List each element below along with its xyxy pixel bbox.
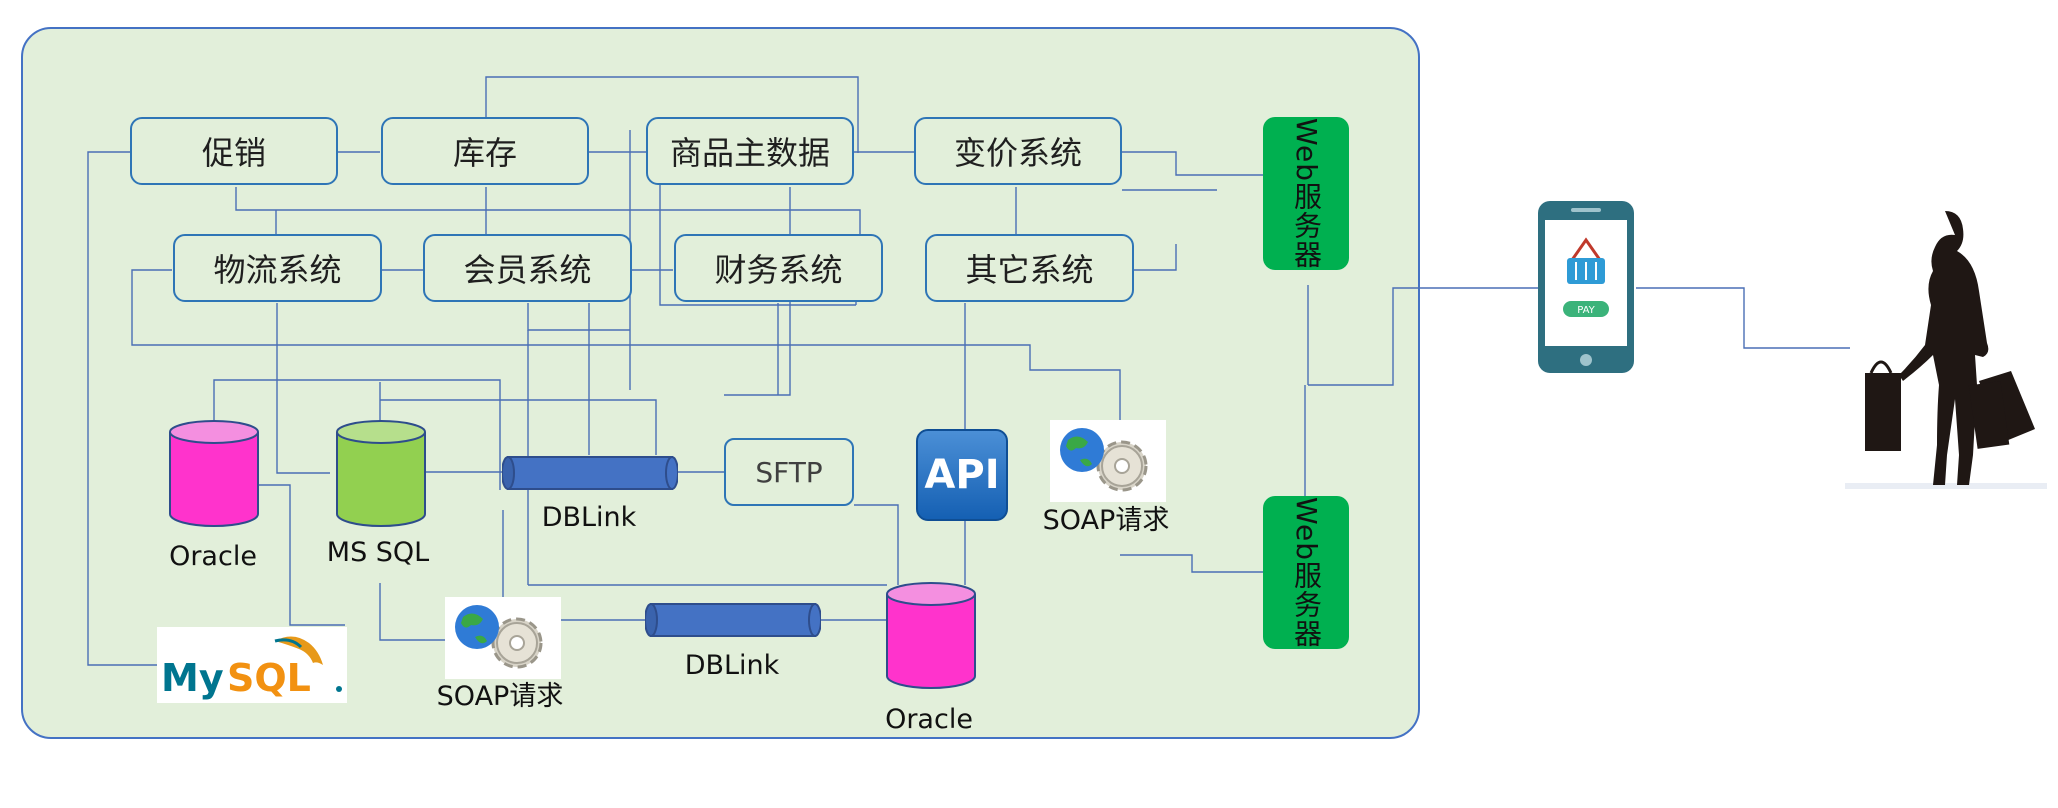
- system-label: 变价系统: [953, 134, 1082, 172]
- svg-text:My: My: [161, 656, 224, 700]
- system-label: 商品主数据: [669, 134, 830, 172]
- system-logistics[interactable]: 物流系统: [173, 234, 382, 302]
- svg-text:SQL: SQL: [227, 656, 311, 700]
- system-price-change[interactable]: 变价系统: [914, 117, 1122, 185]
- system-label: 会员系统: [463, 251, 592, 289]
- web-server-label: Web服务器: [1290, 117, 1323, 270]
- web-server-top[interactable]: Web服务器: [1263, 117, 1349, 270]
- soap-bottom-label: SOAP请求: [436, 681, 564, 712]
- oracle-left-db-icon: [169, 420, 259, 527]
- system-promotion[interactable]: 促销: [130, 117, 338, 185]
- mysql-logo-icon: My SQL: [157, 627, 347, 703]
- system-product-master[interactable]: 商品主数据: [646, 117, 854, 185]
- phone-icon: PAY: [1538, 201, 1634, 373]
- api-label: API: [924, 452, 1000, 498]
- sftp-box[interactable]: SFTP: [724, 438, 854, 506]
- system-label: 财务系统: [714, 251, 843, 289]
- oracle-bottom-label: Oracle: [885, 704, 973, 735]
- system-label: 促销: [201, 134, 266, 172]
- system-other[interactable]: 其它系统: [925, 234, 1134, 302]
- system-label: 其它系统: [965, 251, 1094, 289]
- dblink-bottom-label: DBLink: [684, 650, 780, 681]
- mssql-db-icon: [336, 420, 426, 527]
- mssql-label: MS SQL: [326, 537, 430, 568]
- oracle-left-label: Oracle: [169, 541, 257, 572]
- system-label: 物流系统: [213, 251, 342, 289]
- system-label: 库存: [452, 134, 517, 172]
- soap-right-gear-icon: [1050, 420, 1166, 502]
- system-finance[interactable]: 财务系统: [674, 234, 883, 302]
- phone-pay-label: PAY: [1577, 305, 1595, 316]
- dblink-bottom-pipe-icon: [645, 603, 821, 637]
- api-icon[interactable]: API: [916, 429, 1008, 521]
- system-member[interactable]: 会员系统: [423, 234, 632, 302]
- shopper-silhouette-icon: [1845, 211, 2047, 489]
- oracle-bottom-db-icon: [886, 582, 976, 689]
- dblink-top-pipe-icon: [502, 456, 678, 490]
- web-server-bottom[interactable]: Web服务器: [1263, 496, 1349, 649]
- dblink-top-label: DBLink: [541, 502, 637, 533]
- soap-right-label: SOAP请求: [1042, 505, 1170, 536]
- web-server-label: Web服务器: [1290, 496, 1323, 649]
- soap-bottom-gear-icon: [445, 597, 561, 679]
- system-inventory[interactable]: 库存: [381, 117, 589, 185]
- sftp-label: SFTP: [755, 455, 823, 489]
